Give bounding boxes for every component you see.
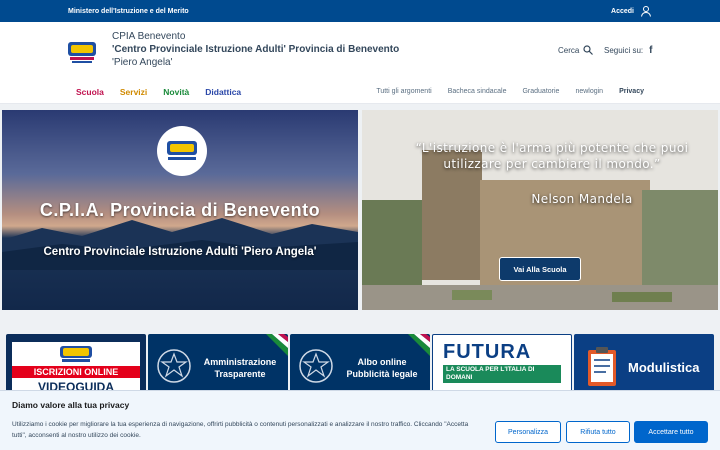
cookie-accept-button[interactable]: Accettare tutto [634,421,708,443]
login-label: Accedi [611,7,634,15]
top-bar: Ministero dell'Istruzione e del Merito A… [0,0,720,22]
tile-iscrizioni-videoguida[interactable]: ISCRIZIONI ONLINE VIDEOGUIDA [6,334,146,394]
school-name-line1: CPIA Benevento [112,31,186,42]
nav-newlogin[interactable]: newlogin [575,88,603,95]
school-name-line3: 'Piero Angela' [112,57,173,68]
school-name-line2: 'Centro Provinciale Istruzione Adulti' P… [112,44,400,55]
hero-left-card[interactable]: C.P.I.A. Provincia di Benevento Centro P… [2,110,358,310]
cookie-banner: Diamo valore alla tua privacy Utilizziam… [0,390,720,450]
facebook-icon[interactable]: f [649,45,652,56]
cookie-customize-button[interactable]: Personalizza [495,421,561,443]
hero-quote-author: Nelson Mandela [531,192,633,206]
republic-seal-icon [157,349,191,383]
ministry-link[interactable]: Ministero dell'Istruzione e del Merito [68,8,189,15]
tile-futura-subtitle: LA SCUOLA PER L'ITALIA DI DOMANI [443,365,561,383]
search-button[interactable]: Cerca [558,45,594,55]
tile-amministrazione-line2: Trasparente [214,369,266,379]
tile-albo-label: Albo online Pubblicità legale [334,356,430,380]
hero-left-title: C.P.I.A. Provincia di Benevento [39,200,321,220]
tile-iscrizioni-banner: ISCRIZIONI ONLINE [12,366,140,378]
nav-privacy[interactable]: Privacy [619,88,644,95]
nav-bacheca-sindacale[interactable]: Bacheca sindacale [448,88,507,95]
cookie-reject-button[interactable]: Rifiuta tutto [566,421,630,443]
tile-amministrazione-line1: Amministrazione [203,357,277,367]
hero-right-card: “L'istruzione è l'arma più potente che p… [362,110,718,310]
italian-flag-ribbon [266,334,288,356]
user-icon [641,6,651,17]
tile-amministrazione-trasparente[interactable]: Amministrazione Trasparente [148,334,288,394]
cpia-logo-icon [167,141,197,160]
social-follow: Seguici su: f [604,45,652,56]
search-label: Cerca [558,45,580,55]
school-logo[interactable] [66,36,98,66]
tile-albo-online[interactable]: Albo online Pubblicità legale [290,334,430,394]
clipboard-icon [588,347,616,386]
follow-label: Seguici su: [604,46,644,55]
main-navigation: Scuola Servizi Novità Didattica Tutti gl… [0,80,720,104]
tile-modulistica[interactable]: Modulistica [574,334,714,394]
login-button[interactable]: Accedi [611,5,652,17]
nav-novita[interactable]: Novità [163,87,189,97]
primary-menu: Scuola Servizi Novità Didattica [76,87,241,97]
tile-modulistica-title: Modulistica [628,360,700,375]
cookie-text: Utilizziamo i cookie per migliorare la t… [12,421,469,439]
republic-seal-icon [299,349,333,383]
nav-tutti-argomenti[interactable]: Tutti gli argomenti [376,88,431,95]
secondary-menu: Tutti gli argomenti Bacheca sindacale Gr… [376,88,644,95]
cpia-logo-small [60,346,92,362]
nav-servizi[interactable]: Servizi [120,87,147,97]
italian-flag-ribbon [408,334,430,356]
tile-albo-line1: Albo online [357,357,407,367]
hero-left-subtitle: Centro Provinciale Istruzione Adulti 'Pi… [43,246,317,258]
cpia-logo [157,126,207,176]
vai-alla-scuola-button[interactable]: Vai Alla Scuola [499,257,581,281]
tile-videoguida-panel: ISCRIZIONI ONLINE VIDEOGUIDA [12,342,140,394]
nav-didattica[interactable]: Didattica [205,87,241,97]
school-name[interactable]: CPIA Benevento 'Centro Provinciale Istru… [112,30,399,69]
tile-futura[interactable]: FUTURA LA SCUOLA PER L'ITALIA DI DOMANI [432,334,572,394]
cookie-title: Diamo valore alla tua privacy [12,400,130,410]
nav-graduatorie[interactable]: Graduatorie [522,88,559,95]
nav-scuola[interactable]: Scuola [76,87,104,97]
hero-quote: “L'istruzione è l'arma più potente che p… [415,141,689,171]
tile-amministrazione-label: Amministrazione Trasparente [192,356,288,380]
tile-albo-line2: Pubblicità legale [346,369,418,379]
search-icon [583,45,594,55]
site-header: CPIA Benevento 'Centro Provinciale Istru… [0,22,720,80]
tile-futura-title: FUTURA [443,341,532,363]
